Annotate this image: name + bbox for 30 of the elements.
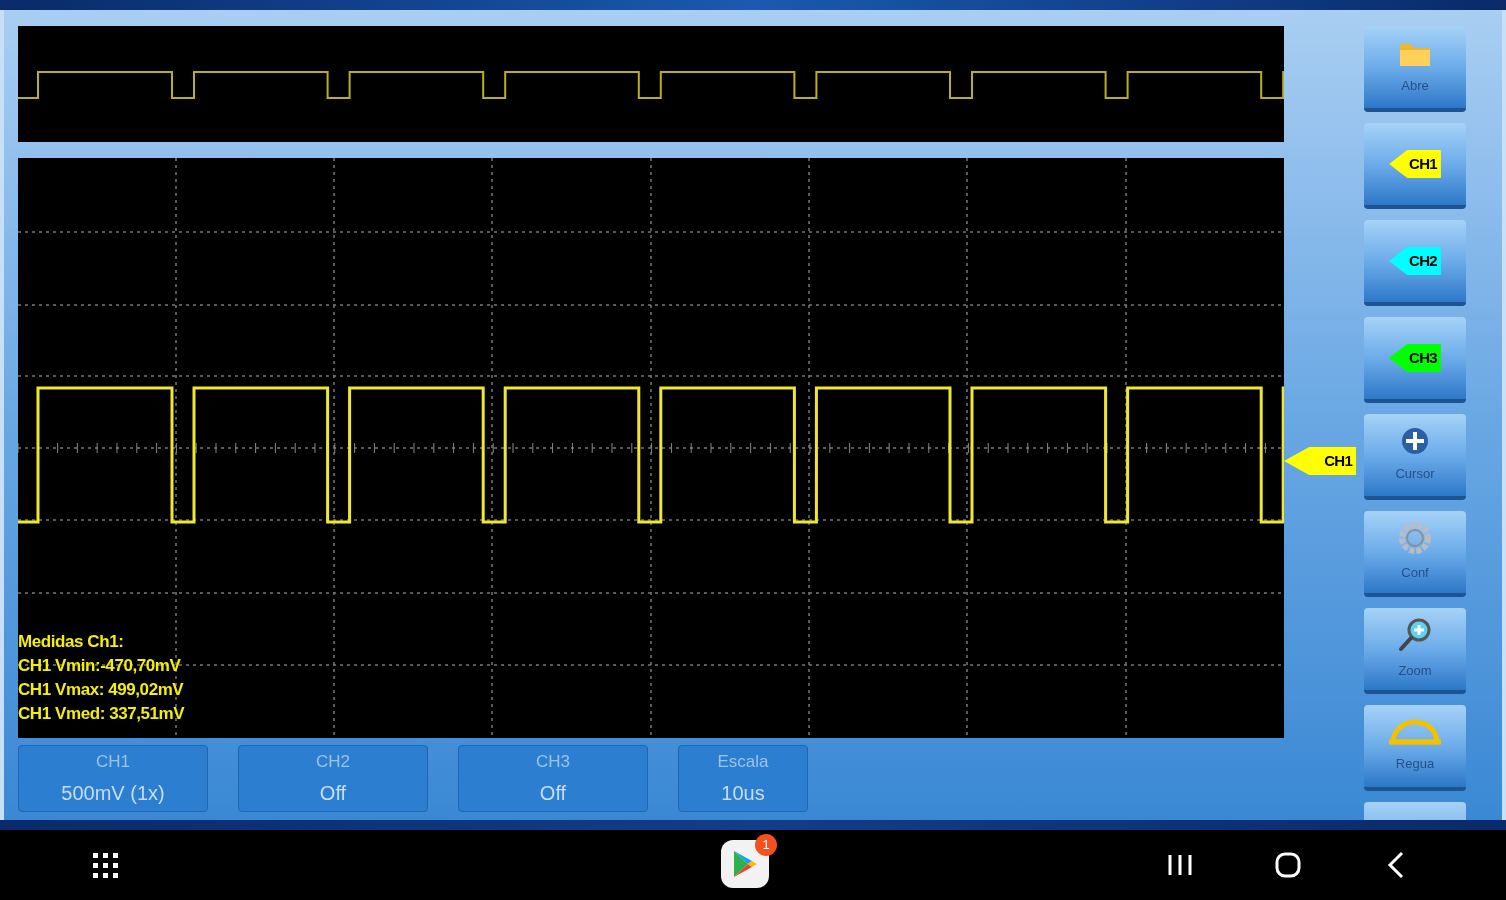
home-icon[interactable]	[1275, 852, 1301, 878]
back-icon[interactable]	[1386, 851, 1406, 879]
gear-icon	[1398, 521, 1432, 556]
channel-button[interactable]: CH1	[1364, 123, 1466, 209]
channel-tag: CH3	[1389, 344, 1441, 372]
protractor-icon	[1388, 718, 1442, 747]
channel-setting-button[interactable]: Escala 10us	[678, 745, 808, 812]
channel-button[interactable]: CH2	[1364, 220, 1466, 306]
channel-tag: CH1	[1389, 150, 1441, 178]
measurement-reading: CH1 Vmin:-470,70mV	[18, 655, 182, 677]
measurement-reading: CH1 Vmed: 337,51mV	[18, 703, 185, 725]
channel-setting-button[interactable]: CH1 500mV (1x)	[18, 745, 208, 812]
play-store-icon[interactable]	[721, 840, 769, 888]
tool-button[interactable]: Abre	[1364, 26, 1466, 112]
tool-button[interactable]: Zoom	[1364, 608, 1466, 694]
measurements-title: Medidas Ch1:	[18, 631, 125, 653]
channel-tag: CH2	[1389, 247, 1441, 275]
channel-setting-button[interactable]: CH3 Off	[458, 745, 648, 812]
tool-button[interactable]: Conf	[1364, 511, 1466, 597]
tool-button[interactable]: Regua	[1364, 705, 1466, 791]
apps-grid-icon[interactable]	[91, 851, 119, 879]
crosshair-icon	[1400, 426, 1430, 457]
channel-setting-button[interactable]: CH2 Off	[238, 745, 428, 812]
tool-button[interactable]: Cursor	[1364, 414, 1466, 500]
magnifier-icon	[1397, 617, 1433, 654]
channel-tag: CH1	[1284, 447, 1356, 475]
measurement-reading: CH1 Vmax: 499,02mV	[18, 679, 185, 701]
channel-button[interactable]: CH3	[1364, 317, 1466, 403]
notification-badge: 1	[755, 834, 777, 856]
recents-icon[interactable]	[1167, 853, 1193, 877]
